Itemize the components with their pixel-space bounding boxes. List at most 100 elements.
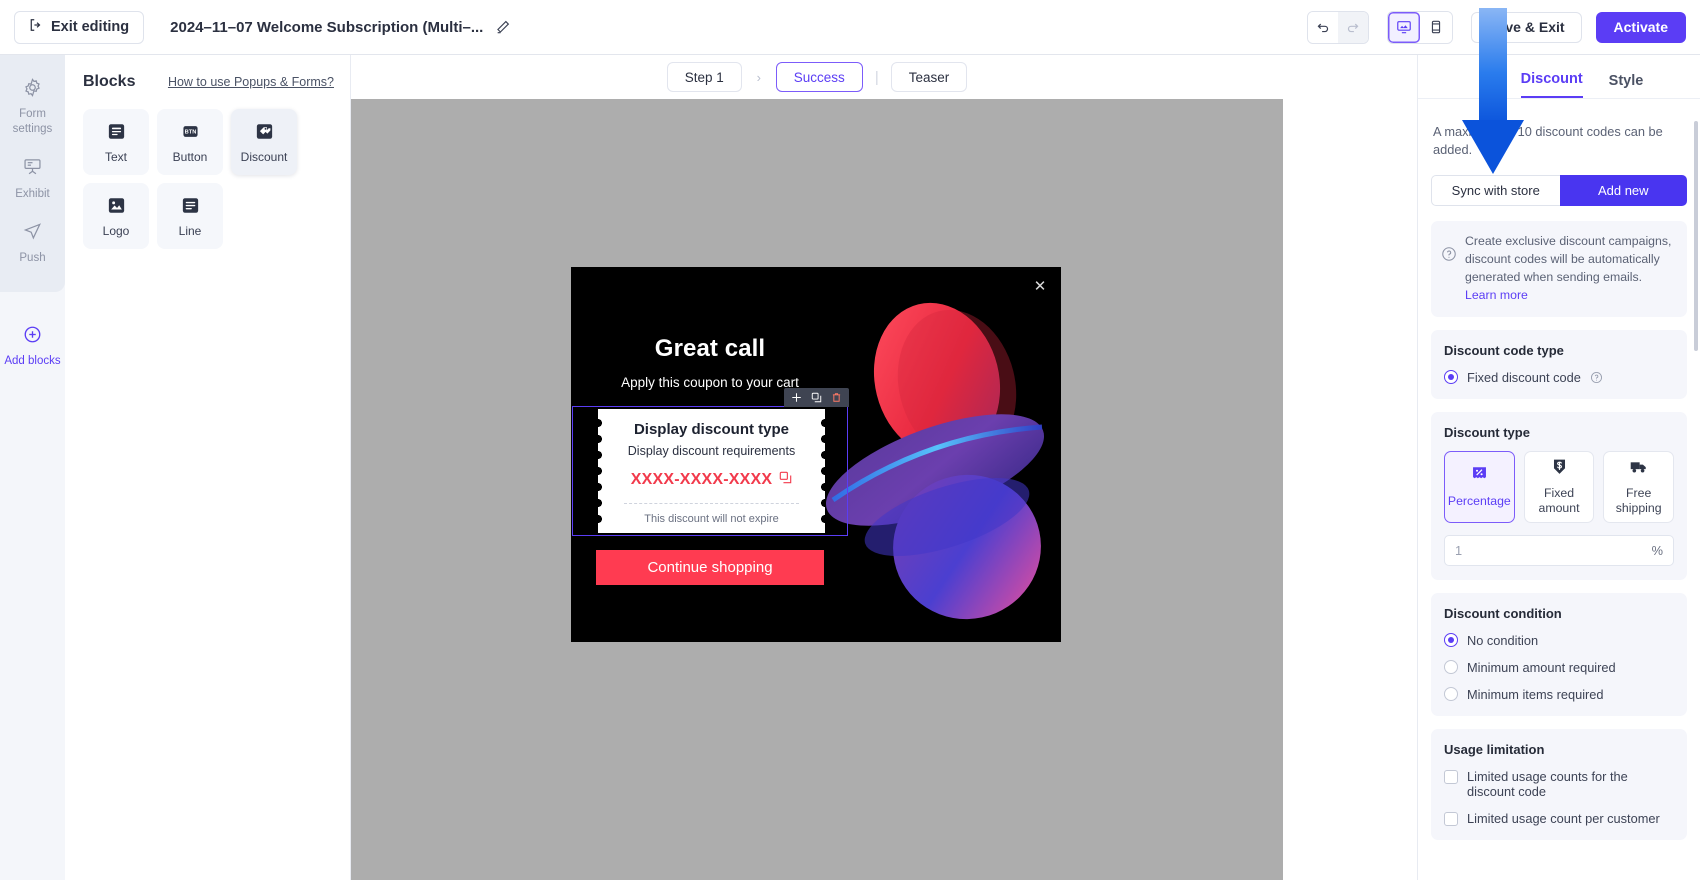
block-text[interactable]: Text: [83, 109, 149, 175]
coupon-divider: [624, 503, 799, 504]
block-label: Discount: [241, 150, 288, 164]
blocks-title: Blocks: [83, 73, 135, 91]
continue-shopping-button[interactable]: Continue shopping: [596, 550, 824, 585]
discount-type-percentage[interactable]: Percentage: [1444, 451, 1515, 523]
move-cross-icon[interactable]: [791, 392, 802, 403]
radio-indicator: [1444, 687, 1458, 701]
radio-fixed-discount-code[interactable]: Fixed discount code: [1444, 370, 1674, 385]
duplicate-icon[interactable]: [811, 392, 822, 403]
tab-divider: |: [863, 69, 891, 86]
checkbox-label: Limited usage count per customer: [1467, 811, 1660, 826]
how-to-use-link[interactable]: How to use Popups & Forms?: [168, 75, 334, 89]
save-and-exit-button[interactable]: Save & Exit: [1471, 12, 1581, 43]
undo-redo-group: [1307, 11, 1369, 44]
exit-editing-label: Exit editing: [51, 19, 129, 35]
sidebar-item-label: Exhibit: [15, 187, 50, 201]
checkbox-limited-usage-per-customer[interactable]: Limited usage count per customer: [1444, 811, 1674, 826]
section-discount-code-type: Discount code type Fixed discount code: [1431, 330, 1687, 399]
block-label: Button: [173, 150, 208, 164]
max-codes-note: A maximum of 10 discount codes can be ad…: [1431, 99, 1687, 159]
pencil-icon[interactable]: [495, 19, 511, 35]
section-usage-limitation: Usage limitation Limited usage counts fo…: [1431, 729, 1687, 840]
section-discount-condition: Discount condition No condition Minimum …: [1431, 593, 1687, 716]
discount-type-label: Fixed amount: [1525, 486, 1594, 517]
left-rail: Form settings Exhibit Pu: [0, 55, 65, 880]
section-title: Discount condition: [1444, 606, 1674, 621]
trash-icon[interactable]: [831, 392, 842, 403]
sidebar-item-label: Form settings: [2, 107, 63, 136]
question-circle-icon[interactable]: [1590, 371, 1603, 384]
sidebar-item-form-settings[interactable]: Form settings: [0, 67, 65, 146]
discount-type-free-shipping[interactable]: Free shipping: [1603, 451, 1674, 523]
sidebar-item-label: Push: [19, 251, 45, 265]
activate-button[interactable]: Activate: [1596, 12, 1686, 43]
device-preview-group: [1387, 11, 1453, 44]
popup-preview: ✕ Great call Apply this coupon to your c…: [571, 267, 1061, 642]
redo-button[interactable]: [1338, 12, 1368, 43]
section-title: Discount code type: [1444, 343, 1674, 358]
mobile-preview-icon[interactable]: [1420, 12, 1452, 43]
radio-indicator: [1444, 370, 1458, 384]
discount-percent-input[interactable]: 1 %: [1444, 535, 1674, 566]
block-discount[interactable]: Discount: [231, 109, 297, 175]
decorative-orb-graphic: [817, 285, 1061, 625]
percent-suffix: %: [1652, 543, 1663, 558]
section-title: Usage limitation: [1444, 742, 1674, 757]
sidebar-item-exhibit[interactable]: Exhibit: [0, 146, 65, 211]
add-new-button[interactable]: Add new: [1560, 175, 1688, 206]
block-label: Text: [105, 150, 127, 164]
line-block-icon: [179, 195, 201, 217]
discount-type-fixed-amount[interactable]: Fixed amount: [1524, 451, 1595, 523]
radio-indicator: [1444, 660, 1458, 674]
checkbox-limited-usage-counts[interactable]: Limited usage counts for the discount co…: [1444, 769, 1674, 799]
tab-discount[interactable]: Discount: [1521, 71, 1583, 98]
info-card: Create exclusive discount campaigns, dis…: [1431, 221, 1687, 317]
document-title: 2024–11–07 Welcome Subscription (Multi–.…: [170, 19, 483, 36]
undo-button[interactable]: [1308, 12, 1338, 43]
app-root: Exit editing 2024–11–07 Welcome Subscrip…: [0, 0, 1700, 880]
tab-step-1[interactable]: Step 1: [667, 62, 742, 92]
radio-minimum-amount-required[interactable]: Minimum amount required: [1444, 660, 1674, 675]
exit-editing-button[interactable]: Exit editing: [14, 11, 144, 44]
blocks-grid: Text BTN Button Discount Logo: [65, 95, 350, 263]
discount-type-label: Percentage: [1448, 494, 1511, 509]
code-action-buttons: Sync with store Add new: [1431, 175, 1687, 206]
checkbox-indicator: [1444, 770, 1458, 784]
radio-no-condition[interactable]: No condition: [1444, 633, 1674, 648]
tab-teaser[interactable]: Teaser: [891, 62, 968, 92]
close-icon[interactable]: ✕: [1031, 277, 1049, 295]
push-send-icon: [22, 221, 43, 246]
sidebar-item-push[interactable]: Push: [0, 211, 65, 276]
discount-block-selected[interactable]: Display discount type Display discount r…: [572, 406, 848, 536]
radio-minimum-items-required[interactable]: Minimum items required: [1444, 687, 1674, 702]
exit-icon: [29, 18, 43, 36]
copy-icon[interactable]: [779, 471, 792, 489]
tab-style[interactable]: Style: [1609, 73, 1644, 98]
exhibit-icon: [22, 156, 43, 181]
panel-scrollbar[interactable]: [1694, 121, 1698, 351]
block-toolbar: [784, 388, 849, 407]
popup-subheading: Apply this coupon to your cart: [621, 375, 799, 390]
editor-canvas: ✕ Great call Apply this coupon to your c…: [351, 99, 1283, 880]
coupon-card: Display discount type Display discount r…: [598, 409, 825, 533]
learn-more-link[interactable]: Learn more: [1465, 288, 1528, 302]
desktop-preview-icon[interactable]: [1388, 12, 1420, 43]
sync-with-store-button[interactable]: Sync with store: [1431, 175, 1560, 206]
popup-content: Great call Apply this coupon to your car…: [571, 267, 849, 642]
block-button[interactable]: BTN Button: [157, 109, 223, 175]
sidebar-item-add-blocks[interactable]: Add blocks: [0, 314, 65, 379]
discount-type-options: Percentage Fixed amount Free shipping: [1444, 451, 1674, 523]
radio-label: Fixed discount code: [1467, 370, 1581, 385]
block-label: Line: [179, 224, 202, 238]
canvas-step-tabs: Step 1 › Success | Teaser: [351, 55, 1283, 99]
discount-tag-icon: [253, 121, 275, 143]
question-circle-icon: [1441, 246, 1457, 305]
image-logo-icon: [105, 195, 127, 217]
coupon-expire-note: This discount will not expire: [644, 513, 779, 525]
blocks-header: Blocks How to use Popups & Forms?: [65, 55, 350, 95]
section-title: Discount type: [1444, 425, 1674, 440]
right-settings-panel: Discount Style A maximum of 10 discount …: [1417, 55, 1700, 880]
block-line[interactable]: Line: [157, 183, 223, 249]
tab-success[interactable]: Success: [776, 62, 863, 92]
block-logo[interactable]: Logo: [83, 183, 149, 249]
